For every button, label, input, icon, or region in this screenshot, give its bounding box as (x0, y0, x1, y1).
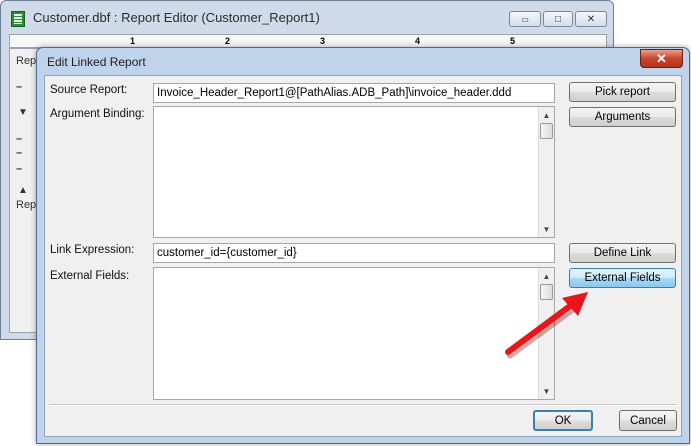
edit-linked-report-dialog: Edit Linked Report ✕ Source Report: Invo… (36, 47, 690, 444)
external-fields-button[interactable]: External Fields (569, 268, 676, 288)
horizontal-ruler: 1 2 3 4 5 (9, 34, 607, 48)
cancel-button[interactable]: Cancel (619, 410, 677, 431)
band-label-bottom: Rep (16, 199, 37, 211)
scroll-down-icon[interactable]: ▼ (539, 384, 554, 398)
external-fields-textarea[interactable]: ▲ ▼ (153, 267, 555, 400)
triangle-down-icon[interactable]: ▼ (18, 107, 28, 118)
scroll-up-icon[interactable]: ▲ (539, 269, 554, 283)
dash-icon: – (16, 147, 23, 159)
dialog-body: Source Report: Invoice_Header_Report1@[P… (44, 75, 682, 437)
dialog-title: Edit Linked Report (47, 55, 146, 69)
band-panel: Rep – ▼ – – – ▲ Rep (9, 48, 39, 333)
scroll-down-icon[interactable]: ▼ (539, 222, 554, 236)
arguments-button[interactable]: Arguments (569, 107, 676, 127)
link-expression-field[interactable]: customer_id={customer_id} (153, 243, 555, 263)
argument-binding-textarea[interactable]: ▲ ▼ (153, 106, 555, 238)
dash-icon: – (16, 133, 23, 145)
link-expression-label: Link Expression: (50, 244, 135, 256)
maximize-button[interactable]: □ (543, 11, 573, 27)
source-report-field[interactable]: Invoice_Header_Report1@[PathAlias.ADB_Pa… (153, 83, 555, 103)
dash-icon: – (16, 163, 23, 175)
scroll-up-icon[interactable]: ▲ (539, 108, 554, 122)
source-report-label: Source Report: (50, 84, 128, 96)
external-fields-label: External Fields: (50, 270, 130, 282)
report-editor-title: Customer.dbf : Report Editor (Customer_R… (33, 10, 320, 25)
ruler-mark: 2 (225, 36, 231, 46)
ok-button[interactable]: OK (533, 410, 593, 431)
divider (49, 404, 677, 406)
argument-binding-scrollbar[interactable]: ▲ ▼ (538, 107, 554, 237)
ruler-mark: 1 (130, 36, 136, 46)
define-link-button[interactable]: Define Link (569, 243, 676, 263)
triangle-up-icon[interactable]: ▲ (18, 185, 28, 196)
ruler-mark: 4 (415, 36, 421, 46)
report-editor-titlebar: Customer.dbf : Report Editor (Customer_R… (1, 1, 613, 31)
minimize-button[interactable]: ▭ (509, 11, 541, 27)
band-label-top: Rep (16, 55, 37, 67)
maximize-icon: □ (554, 13, 562, 25)
dialog-close-button[interactable]: ✕ (640, 49, 683, 68)
argument-binding-label: Argument Binding: (50, 108, 145, 120)
ruler-mark: 5 (510, 36, 516, 46)
scroll-thumb[interactable] (540, 284, 553, 300)
close-icon: ✕ (656, 50, 667, 66)
table-icon (11, 11, 25, 27)
close-icon: ✕ (586, 13, 596, 25)
scroll-thumb[interactable] (540, 123, 553, 139)
close-button[interactable]: ✕ (575, 11, 607, 27)
external-fields-scrollbar[interactable]: ▲ ▼ (538, 268, 554, 399)
ruler-mark: 3 (320, 36, 326, 46)
dash-icon: – (16, 81, 23, 93)
link-expression-value: customer_id={customer_id} (157, 247, 297, 259)
source-report-value: Invoice_Header_Report1@[PathAlias.ADB_Pa… (157, 87, 512, 99)
pick-report-button[interactable]: Pick report (569, 82, 676, 102)
minimize-icon: ▭ (521, 14, 529, 24)
